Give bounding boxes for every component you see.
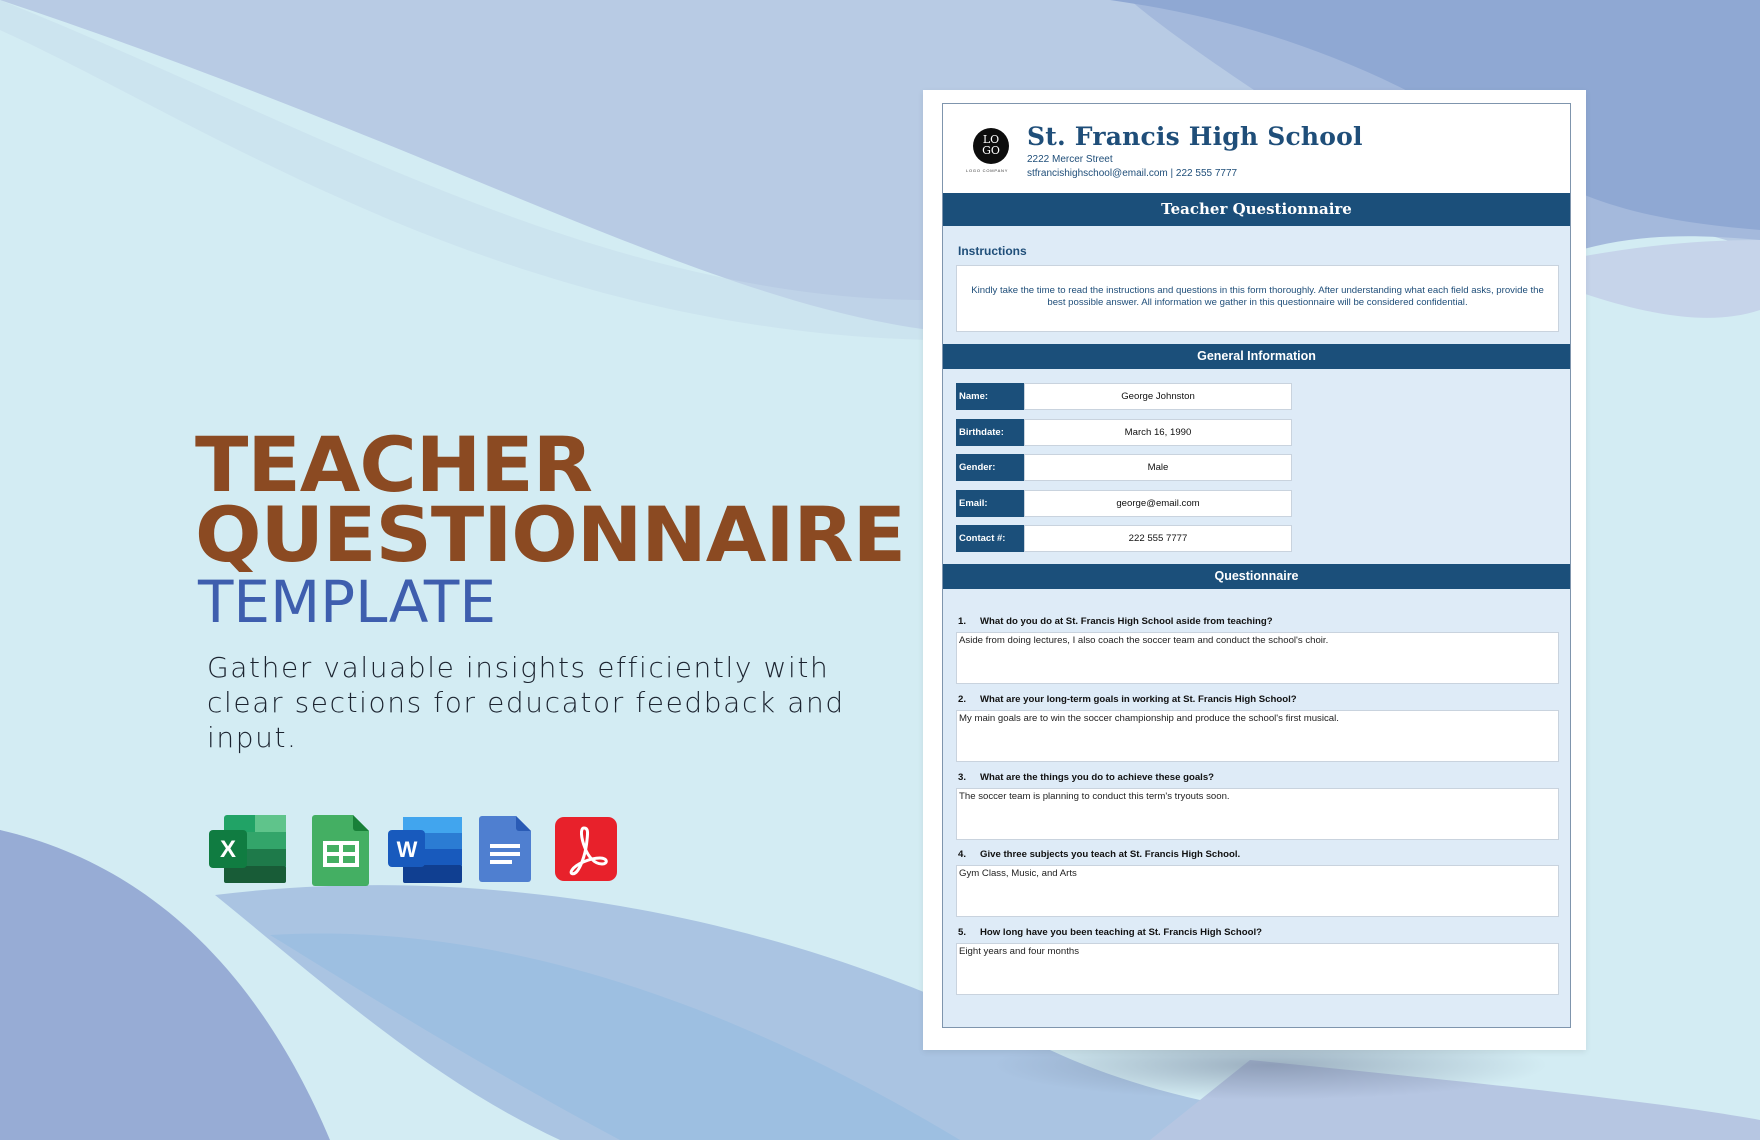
school-address: 2222 Mercer Street: [1027, 154, 1113, 165]
logo-icon: LO GO: [973, 128, 1009, 164]
name-field[interactable]: George Johnston: [1024, 383, 1292, 410]
question-text: What are your long-term goals in working…: [980, 694, 1297, 705]
question-text: What do you do at St. Francis High Schoo…: [980, 616, 1273, 627]
answer-box[interactable]: My main goals are to win the soccer cham…: [956, 710, 1559, 762]
question-text: What are the things you do to achieve th…: [980, 772, 1215, 783]
form-title: Teacher Questionnaire: [943, 193, 1570, 226]
promo-title-line2: QUESTIONNAIRE: [195, 490, 906, 579]
general-info-row: Name: George Johnston: [956, 383, 1292, 410]
question-label: 1. What do you do at St. Francis High Sch…: [958, 616, 1273, 627]
general-info-row: Contact #: 222 555 7777: [956, 525, 1292, 552]
logo-company-label: LOGO COMPANY: [966, 168, 1009, 173]
questionnaire-header: Questionnaire: [943, 564, 1570, 589]
google-docs-icon[interactable]: [478, 815, 532, 883]
field-label: Email:: [956, 489, 1024, 517]
question-label: 4. Give three subjects you teach at St. F…: [958, 849, 1240, 860]
field-label: Contact #:: [956, 525, 1024, 552]
question-text: Give three subjects you teach at St. Fra…: [980, 849, 1241, 860]
promo-description: Gather valuable insights efficiently wit…: [207, 651, 845, 754]
instructions-label: Instructions: [958, 244, 1027, 258]
question-number: 2.: [958, 694, 967, 705]
pdf-icon[interactable]: [554, 816, 618, 882]
question-label: 3. What are the things you do to achieve …: [958, 772, 1214, 783]
general-info-row: Gender: Male: [956, 454, 1292, 481]
google-sheets-icon[interactable]: [311, 813, 371, 887]
instructions-box: Kindly take the time to read the instruc…: [956, 265, 1559, 332]
contact-field[interactable]: 222 555 7777: [1024, 525, 1292, 552]
general-info-header: General Information: [943, 344, 1570, 369]
question-label: 5. How long have you been teaching at St.…: [958, 927, 1262, 938]
document-header: LO GO LOGO COMPANY St. Francis High Scho…: [943, 104, 1570, 193]
answer-box[interactable]: Aside from doing lectures, I also coach …: [956, 632, 1559, 684]
field-label: Birthdate:: [956, 418, 1024, 446]
document-page: LO GO LOGO COMPANY St. Francis High Scho…: [923, 90, 1586, 1050]
answer-box[interactable]: The soccer team is planning to conduct t…: [956, 788, 1559, 840]
school-name: St. Francis High School: [1027, 122, 1363, 151]
promo-title: TEACHER QUESTIONNAIRE: [195, 427, 906, 579]
svg-text:W: W: [397, 837, 418, 862]
question-number: 1.: [958, 616, 967, 627]
field-label: Name:: [956, 383, 1024, 410]
answer-box[interactable]: Gym Class, Music, and Arts: [956, 865, 1559, 917]
gender-field[interactable]: Male: [1024, 454, 1292, 481]
word-icon[interactable]: W: [387, 815, 463, 885]
question-number: 5.: [958, 927, 967, 938]
svg-text:X: X: [220, 836, 236, 863]
question-number: 4.: [958, 849, 967, 860]
excel-icon[interactable]: X: [208, 813, 288, 885]
document-frame: LO GO LOGO COMPANY St. Francis High Scho…: [942, 103, 1571, 1028]
email-field[interactable]: george@email.com: [1024, 489, 1292, 517]
promo-subtitle: TEMPLATE: [198, 568, 496, 636]
question-label: 2. What are your long-term goals in worki…: [958, 694, 1297, 705]
question-number: 3.: [958, 772, 967, 783]
question-text: How long have you been teaching at St. F…: [980, 927, 1262, 938]
birthdate-field[interactable]: March 16, 1990: [1024, 418, 1292, 446]
school-contact: stfrancishighschool@email.com | 222 555 …: [1027, 168, 1238, 179]
general-info-row: Email: george@email.com: [956, 489, 1292, 517]
field-label: Gender:: [956, 454, 1024, 481]
logo-text-bottom: GO: [982, 144, 1000, 157]
general-info-row: Birthdate: March 16, 1990: [956, 418, 1292, 446]
answer-box[interactable]: Eight years and four months: [956, 943, 1559, 995]
